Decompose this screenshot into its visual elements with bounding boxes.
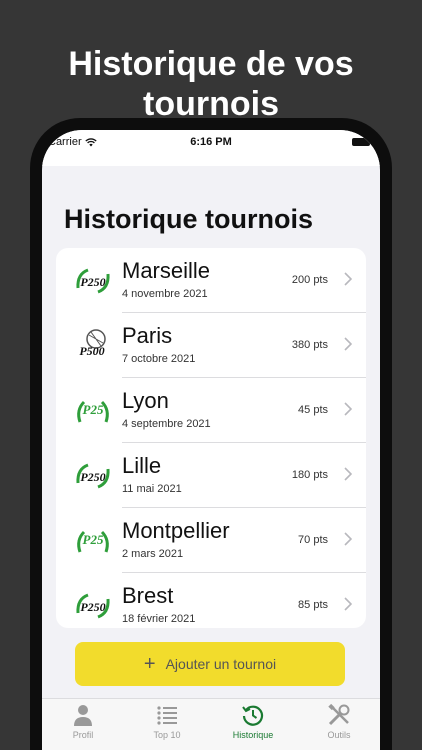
page-title: Historique tournois bbox=[64, 204, 313, 234]
tournament-points: 200 pts bbox=[291, 274, 328, 286]
svg-text:P250: P250 bbox=[80, 275, 105, 289]
tournament-row[interactable]: P500 Paris 7 octobre 2021 380 pts bbox=[56, 313, 366, 378]
plus-icon: + bbox=[143, 653, 156, 675]
phone-frame: Carrier 6:16 PM Historique tournois P250… bbox=[30, 118, 392, 750]
tournament-points: 380 pts bbox=[291, 339, 328, 351]
tournament-row[interactable]: P250 Marseille 4 novembre 2021 200 pts bbox=[56, 248, 366, 313]
person-icon bbox=[74, 705, 92, 726]
tournament-row[interactable]: P250 Lille 11 mai 2021 180 pts bbox=[56, 443, 366, 508]
tournament-points: 180 pts bbox=[291, 469, 328, 481]
status-bar: Carrier 6:16 PM bbox=[42, 130, 380, 166]
tournament-points: 85 pts bbox=[298, 599, 328, 611]
tab-label: Historique bbox=[232, 730, 274, 740]
tournament-date: 2 mars 2021 bbox=[122, 548, 184, 560]
tools-icon bbox=[328, 703, 350, 726]
p25-logo: P25 bbox=[77, 400, 109, 423]
tournament-city: Montpellier bbox=[122, 518, 230, 543]
tab-top10[interactable]: Top 10 bbox=[132, 703, 202, 740]
chevron-right-icon bbox=[344, 272, 352, 286]
tab-label: Outils bbox=[327, 730, 351, 740]
tournament-date: 4 novembre 2021 bbox=[122, 288, 208, 300]
tournament-date: 4 septembre 2021 bbox=[122, 418, 211, 430]
status-time: 6:16 PM bbox=[190, 136, 232, 148]
svg-text:P500: P500 bbox=[79, 344, 104, 358]
tournament-city: Marseille bbox=[122, 258, 211, 283]
tab-outils[interactable]: Outils bbox=[304, 703, 374, 740]
tournament-row[interactable]: P25 Montpellier 2 mars 2021 70 pts bbox=[56, 508, 366, 573]
svg-text:P25: P25 bbox=[83, 402, 104, 417]
add-tournament-button[interactable]: + Ajouter un tournoi bbox=[75, 642, 345, 686]
promo-title: Historique de vos tournois bbox=[68, 45, 354, 123]
chevron-right-icon bbox=[344, 337, 352, 351]
tournament-points: 70 pts bbox=[298, 534, 328, 546]
history-icon bbox=[242, 705, 264, 726]
p250-logo: P250 bbox=[76, 593, 110, 619]
chevron-right-icon bbox=[344, 597, 352, 611]
tab-bar: Profil Top 10 Historique Outils bbox=[42, 698, 380, 750]
app-screen: Carrier 6:16 PM Historique tournois P250… bbox=[42, 130, 380, 750]
p250-logo: P250 bbox=[76, 268, 110, 294]
tournament-city: Lyon bbox=[122, 388, 169, 413]
tab-profil[interactable]: Profil bbox=[48, 703, 118, 740]
chevron-right-icon bbox=[344, 532, 352, 546]
tournament-city: Paris bbox=[122, 323, 173, 348]
svg-text:P25: P25 bbox=[83, 532, 104, 547]
tournament-date: 7 octobre 2021 bbox=[122, 353, 196, 365]
tab-label: Profil bbox=[72, 730, 94, 740]
p25-logo: P25 bbox=[77, 530, 109, 553]
add-tournament-label: Ajouter un tournoi bbox=[165, 656, 277, 672]
tournament-city: Brest bbox=[122, 583, 174, 608]
tournament-date: 11 mai 2021 bbox=[122, 483, 182, 495]
p250-logo: P250 bbox=[76, 463, 110, 489]
tournament-city: Lille bbox=[122, 453, 162, 478]
tab-label: Top 10 bbox=[153, 730, 181, 740]
tournament-row[interactable]: P250 Brest 18 février 2021 85 pts bbox=[56, 573, 366, 628]
tournament-points: 45 pts bbox=[298, 404, 328, 416]
list-icon bbox=[157, 706, 177, 725]
battery-icon bbox=[352, 138, 370, 146]
chevron-right-icon bbox=[344, 402, 352, 416]
svg-text:P250: P250 bbox=[80, 470, 105, 484]
svg-text:P250: P250 bbox=[80, 600, 105, 614]
tournament-list: P250 Marseille 4 novembre 2021 200 pts P… bbox=[56, 248, 366, 628]
tab-historique[interactable]: Historique bbox=[218, 703, 288, 740]
p500-logo: P500 bbox=[79, 329, 106, 358]
tournament-row[interactable]: P25 Lyon 4 septembre 2021 45 pts bbox=[56, 378, 366, 443]
tournament-date: 18 février 2021 bbox=[122, 613, 196, 625]
chevron-right-icon bbox=[344, 467, 352, 481]
